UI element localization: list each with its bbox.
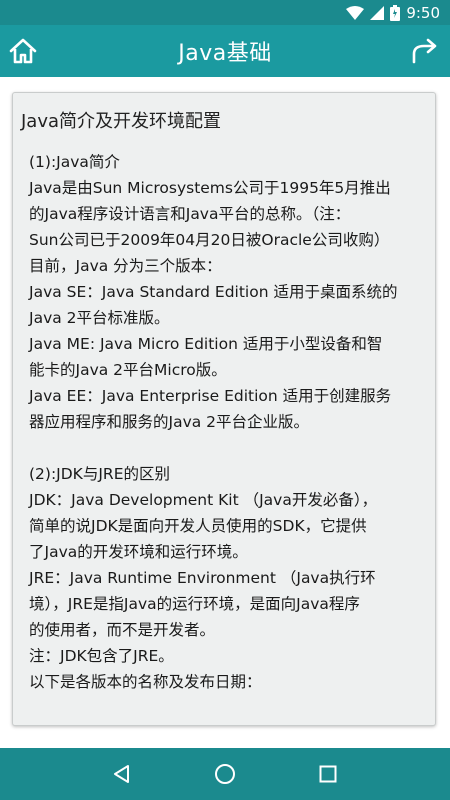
article-line: Sun公司已于2009年04月20日被Oracle公司收购） — [29, 231, 390, 249]
home-icon[interactable] — [8, 36, 38, 66]
wifi-icon — [346, 5, 365, 20]
article-line: (1):Java简介 — [29, 153, 120, 171]
article-line: 的使用者，而不是开发者。 — [29, 621, 216, 639]
article-body: (1):Java简介 Java是由Sun Microsystems公司于1995年… — [21, 149, 427, 695]
article-line: 目前，Java 分为三个版本： — [29, 257, 222, 275]
page-title: Java基础 — [178, 41, 272, 66]
article-line: 简单的说JDK是面向开发人员使用的SDK，它提供 — [29, 517, 367, 535]
article-line: 以下是各版本的名称及发布日期： — [29, 673, 262, 691]
status-bar: 9:50 — [0, 0, 450, 25]
article-line: 的Java程序设计语言和Java平台的总称。（注： — [29, 205, 351, 223]
article-line: JDK：Java Development Kit （Java开发必备）， — [29, 491, 378, 509]
article-title: Java简介及开发环境配置 — [21, 111, 222, 132]
article-line: 境），JRE是指Java的运行环境，是面向Java程序 — [29, 595, 360, 613]
content-area[interactable]: Java简介及开发环境配置 (1):Java简介 Java是由Sun Micros… — [0, 77, 450, 748]
article-line: Java ME: Java Micro Edition 适用于小型设备和智 — [29, 335, 383, 353]
article-line: 器应用程序和服务的Java 2平台企业版。 — [29, 413, 310, 431]
article-line: 注：JDK包含了JRE。 — [29, 647, 174, 665]
recents-icon[interactable] — [314, 760, 342, 788]
app-bar: Java基础 — [0, 25, 450, 77]
article-line: Java 2平台标准版。 — [29, 309, 170, 327]
home-circle-icon[interactable] — [211, 760, 239, 788]
article-line: Java EE：Java Enterprise Edition 适用于创建服务 — [29, 387, 392, 405]
article-line: 能卡的Java 2平台Micro版。 — [29, 361, 227, 379]
battery-icon — [390, 4, 401, 21]
article-line: Java SE：Java Standard Edition 适用于桌面系统的 — [29, 283, 398, 301]
article-card: Java简介及开发环境配置 (1):Java简介 Java是由Sun Micros… — [12, 92, 436, 726]
article-line: (2):JDK与JRE的区别 — [29, 465, 170, 483]
article-line: Java是由Sun Microsystems公司于1995年5月推出 — [29, 179, 391, 197]
article-line: 了Java的开发环境和运行环境。 — [29, 543, 248, 561]
back-icon[interactable] — [108, 760, 136, 788]
cell-signal-icon — [370, 5, 385, 20]
nav-bar — [0, 748, 450, 800]
article-line: JRE：Java Runtime Environment （Java执行环 — [29, 569, 376, 587]
status-time: 9:50 — [406, 3, 440, 22]
share-icon[interactable] — [410, 36, 440, 66]
